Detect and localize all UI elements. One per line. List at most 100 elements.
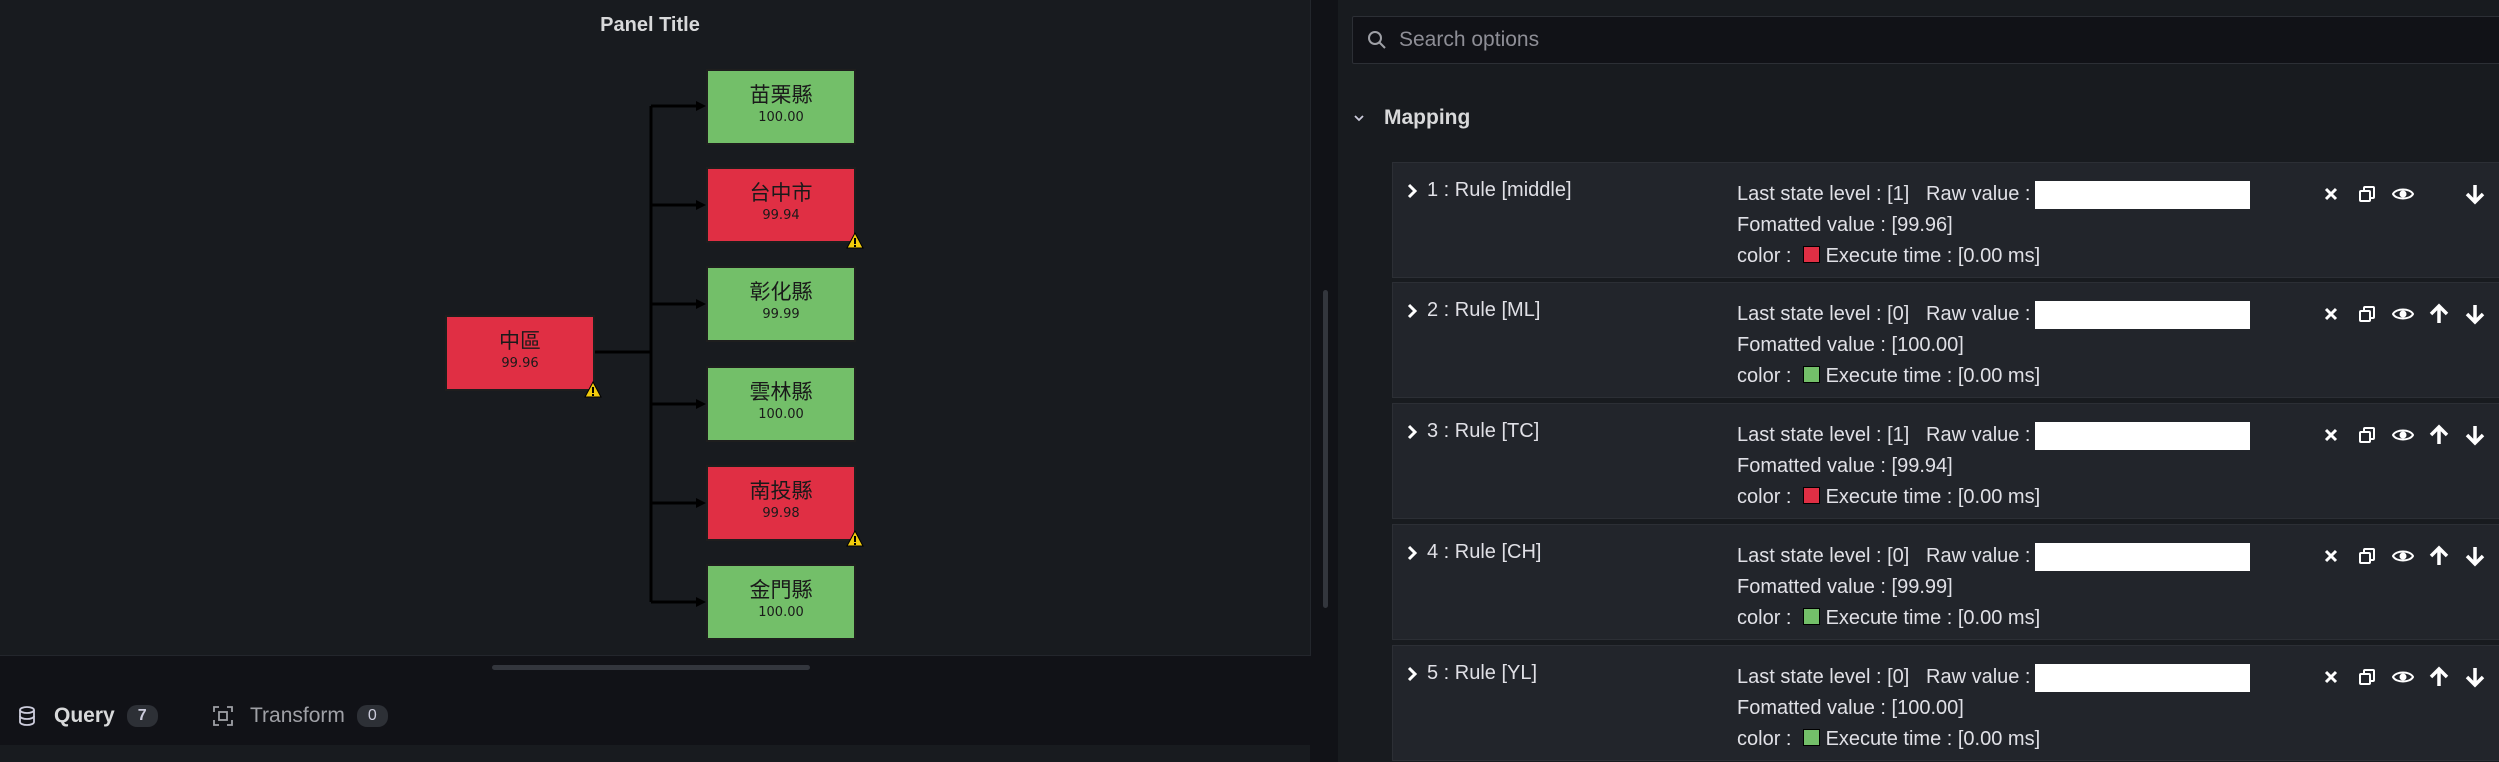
tree-node-child[interactable]: 彰化縣 99.99 bbox=[706, 266, 856, 342]
arrow-down-icon bbox=[2465, 547, 2485, 567]
close-icon bbox=[2324, 307, 2338, 321]
tab-transform[interactable]: Transform 0 bbox=[212, 690, 388, 742]
rule-state-level: Last state level : [0] bbox=[1737, 545, 1910, 567]
move-up-button[interactable] bbox=[2421, 299, 2457, 329]
move-down-button[interactable] bbox=[2457, 299, 2493, 329]
rule-actions bbox=[2313, 420, 2493, 450]
close-icon bbox=[2324, 670, 2338, 684]
delete-rule-button[interactable] bbox=[2313, 541, 2349, 571]
raw-value-field bbox=[2034, 421, 2250, 450]
raw-value-field bbox=[2034, 180, 2250, 209]
transform-icon bbox=[213, 706, 233, 726]
move-up-button[interactable] bbox=[2421, 541, 2457, 571]
toggle-visibility-button[interactable] bbox=[2385, 662, 2421, 692]
options-pane: Mapping 1 : Rule [middle] Last state lev… bbox=[1338, 0, 2499, 762]
toggle-visibility-button[interactable] bbox=[2385, 541, 2421, 571]
mapping-rule: 5 : Rule [YL] Last state level : [0] Raw… bbox=[1392, 645, 2499, 761]
duplicate-rule-button[interactable] bbox=[2349, 420, 2385, 450]
tree-node-child[interactable]: 雲林縣 100.00 bbox=[706, 366, 856, 442]
search-input[interactable] bbox=[1397, 27, 2301, 53]
rule-expand-toggle[interactable]: 2 : Rule [ML] bbox=[1405, 299, 1540, 322]
panel-preview: Panel Title 中區 99.96 苗栗縣 100.00 台中市 99.9… bbox=[0, 0, 1311, 656]
move-down-button[interactable] bbox=[2457, 179, 2493, 209]
tree-node-root[interactable]: 中區 99.96 bbox=[445, 315, 595, 391]
delete-rule-button[interactable] bbox=[2313, 662, 2349, 692]
move-up-button[interactable] bbox=[2421, 662, 2457, 692]
rule-expand-toggle[interactable]: 3 : Rule [TC] bbox=[1405, 420, 1539, 443]
delete-rule-button[interactable] bbox=[2313, 420, 2349, 450]
toggle-visibility-button[interactable] bbox=[2385, 179, 2421, 209]
node-name: 彰化縣 bbox=[749, 280, 813, 304]
toggle-visibility-button[interactable] bbox=[2385, 420, 2421, 450]
rule-color-label: color : bbox=[1737, 365, 1792, 387]
rule-title: 4 : Rule [CH] bbox=[1427, 541, 1542, 563]
tree-connectors bbox=[595, 101, 706, 607]
move-down-button[interactable] bbox=[2457, 541, 2493, 571]
duplicate-rule-button[interactable] bbox=[2349, 541, 2385, 571]
rule-expand-toggle[interactable]: 5 : Rule [YL] bbox=[1405, 662, 1537, 685]
move-up-button[interactable] bbox=[2421, 420, 2457, 450]
arrow-down-icon bbox=[2465, 185, 2485, 205]
close-icon bbox=[2324, 428, 2338, 442]
rule-raw-label: Raw value : bbox=[1926, 183, 2031, 205]
rule-execute-time: Execute time : [0.00 ms] bbox=[1825, 607, 2041, 629]
rule-title: 5 : Rule [YL] bbox=[1427, 662, 1538, 684]
rule-color-label: color : bbox=[1737, 607, 1792, 629]
tree-node-child[interactable]: 南投縣 99.98 bbox=[706, 465, 856, 541]
tree-node-child[interactable]: 苗栗縣 100.00 bbox=[706, 69, 856, 145]
rule-execute-time: Execute time : [0.00 ms] bbox=[1825, 728, 2041, 750]
raw-value-field bbox=[2034, 542, 2250, 571]
rule-formatted-value: Fomatted value : [99.99] bbox=[1737, 576, 1953, 598]
section-mapping-header[interactable]: Mapping bbox=[1352, 100, 1470, 136]
node-value: 99.99 bbox=[762, 307, 800, 322]
rule-formatted-value: Fomatted value : [100.00] bbox=[1737, 697, 1964, 719]
tree-node-child[interactable]: 金門縣 100.00 bbox=[706, 564, 856, 640]
query-editor-area bbox=[0, 745, 1310, 762]
delete-rule-button[interactable] bbox=[2313, 299, 2349, 329]
copy-icon bbox=[2359, 427, 2375, 443]
tab-query[interactable]: Query 7 bbox=[0, 690, 170, 750]
node-name: 台中市 bbox=[749, 181, 813, 205]
placeholder-slot bbox=[2421, 179, 2457, 209]
close-icon bbox=[2324, 549, 2338, 563]
rule-raw-label: Raw value : bbox=[1926, 424, 2031, 446]
node-value: 99.94 bbox=[762, 208, 800, 223]
rule-expand-toggle[interactable]: 1 : Rule [middle] bbox=[1405, 179, 1572, 202]
eye-icon bbox=[2392, 550, 2414, 562]
rule-execute-time: Execute time : [0.00 ms] bbox=[1825, 245, 2041, 267]
arrow-down-icon bbox=[2465, 668, 2485, 688]
toggle-visibility-button[interactable] bbox=[2385, 299, 2421, 329]
rule-state-level: Last state level : [1] bbox=[1737, 424, 1910, 446]
panel-vertical-scrollbar[interactable] bbox=[1323, 290, 1328, 608]
arrow-up-icon bbox=[2429, 666, 2449, 686]
arrow-down-icon bbox=[2465, 305, 2485, 325]
node-value: 99.96 bbox=[501, 356, 539, 371]
rule-info: Last state level : [1] Raw value : Fomat… bbox=[1737, 420, 2250, 513]
pane-resize-handle[interactable] bbox=[492, 665, 810, 670]
color-swatch bbox=[1802, 366, 1820, 383]
search-box[interactable] bbox=[1352, 16, 2499, 64]
duplicate-rule-button[interactable] bbox=[2349, 179, 2385, 209]
rule-raw-label: Raw value : bbox=[1926, 545, 2031, 567]
arrow-up-icon bbox=[2429, 303, 2449, 323]
duplicate-rule-button[interactable] bbox=[2349, 662, 2385, 692]
duplicate-rule-button[interactable] bbox=[2349, 299, 2385, 329]
tree-node-child[interactable]: 台中市 99.94 bbox=[706, 167, 856, 243]
delete-rule-button[interactable] bbox=[2313, 179, 2349, 209]
tab-transform-label: Transform bbox=[250, 704, 345, 727]
rule-actions bbox=[2313, 662, 2493, 692]
eye-icon bbox=[2392, 308, 2414, 320]
rule-expand-toggle[interactable]: 4 : Rule [CH] bbox=[1405, 541, 1541, 564]
move-down-button[interactable] bbox=[2457, 420, 2493, 450]
search-icon bbox=[1368, 31, 1386, 49]
arrow-up-icon bbox=[2429, 545, 2449, 565]
rule-info: Last state level : [1] Raw value : Fomat… bbox=[1737, 179, 2250, 272]
rule-color-label: color : bbox=[1737, 245, 1792, 267]
move-down-button[interactable] bbox=[2457, 662, 2493, 692]
copy-icon bbox=[2359, 548, 2375, 564]
color-swatch bbox=[1802, 487, 1820, 504]
rule-info: Last state level : [0] Raw value : Fomat… bbox=[1737, 541, 2250, 634]
rule-execute-time: Execute time : [0.00 ms] bbox=[1825, 365, 2041, 387]
color-swatch bbox=[1802, 608, 1820, 625]
rule-state-level: Last state level : [1] bbox=[1737, 183, 1910, 205]
